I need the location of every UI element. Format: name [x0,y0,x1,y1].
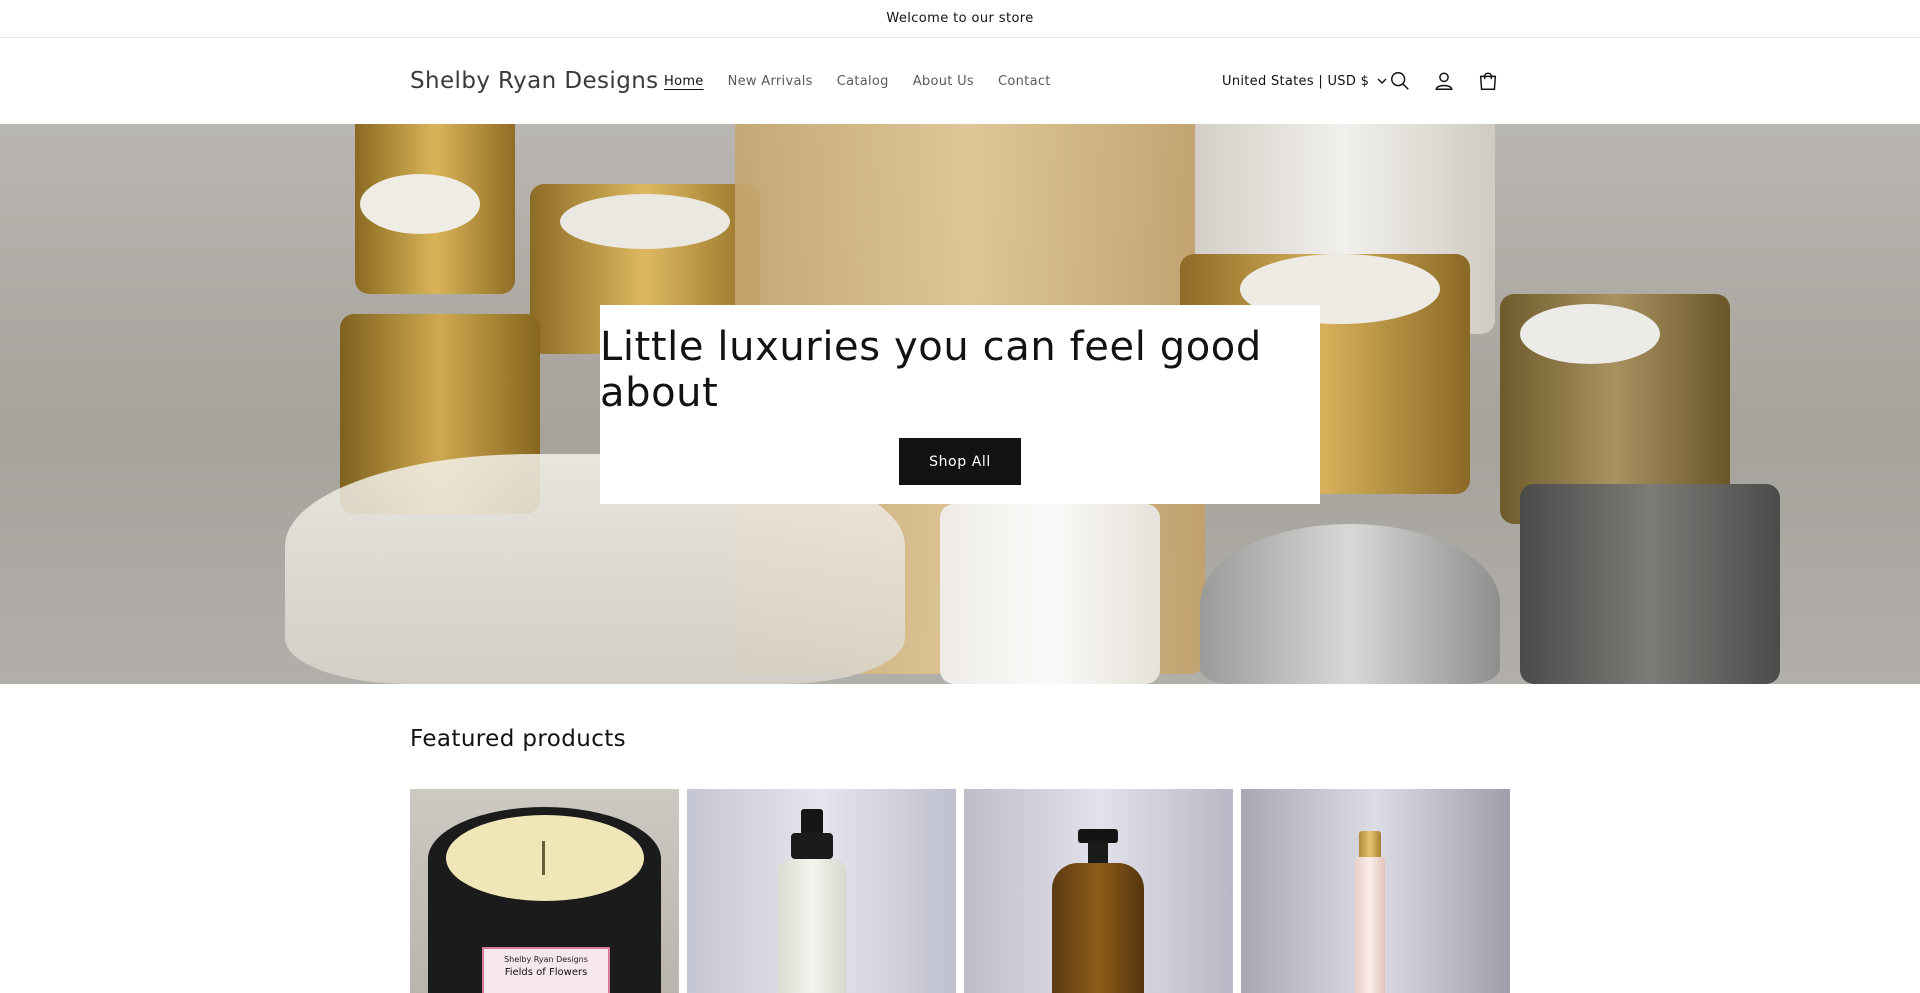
cart-icon [1479,72,1497,90]
account-icon [1435,72,1453,90]
account-button[interactable] [1432,69,1456,93]
shop-all-button[interactable]: Shop All [899,438,1021,485]
locale-label: United States | USD $ [1222,73,1370,89]
store-logo[interactable]: Shelby Ryan Designs [410,38,659,124]
nav-about-us[interactable]: About Us [913,74,974,89]
product-image-pump[interactable] [964,789,1233,993]
product-image-roller[interactable] [1241,789,1510,993]
search-icon [1391,72,1409,90]
announcement-text: Welcome to our store [886,11,1034,26]
candle-label-brand: Shelby Ryan Designs [504,955,588,964]
country-currency-selector[interactable]: United States | USD $ [1222,38,1387,124]
product-card[interactable] [687,789,956,993]
nav-new-arrivals[interactable]: New Arrivals [728,74,813,89]
product-card[interactable] [964,789,1233,993]
product-image-candle[interactable]: Shelby Ryan Designs Fields of Flowers [410,789,679,993]
nav-catalog[interactable]: Catalog [837,74,889,89]
product-image-spray[interactable] [687,789,956,993]
hero-content-box: Little luxuries you can feel good about … [600,305,1320,504]
featured-products-grid: Shelby Ryan Designs Fields of Flowers [410,789,1511,993]
announcement-bar: Welcome to our store [0,0,1920,38]
product-card[interactable] [1241,789,1510,993]
chevron-down-icon [1377,78,1387,84]
candle-label-name: Fields of Flowers [504,967,588,978]
cart-button[interactable] [1476,69,1500,93]
search-button[interactable] [1388,69,1412,93]
nav-contact[interactable]: Contact [998,74,1051,89]
main-nav: Home New Arrivals Catalog About Us Conta… [664,38,1051,124]
header-icons [1388,38,1500,124]
hero-heading: Little luxuries you can feel good about [600,324,1262,416]
site-header: Shelby Ryan Designs Home New Arrivals Ca… [0,38,1920,124]
featured-products-title: Featured products [410,726,627,752]
hero-banner: Little luxuries you can feel good about … [0,124,1920,684]
product-card[interactable]: Shelby Ryan Designs Fields of Flowers [410,789,679,993]
nav-home[interactable]: Home [664,74,704,89]
